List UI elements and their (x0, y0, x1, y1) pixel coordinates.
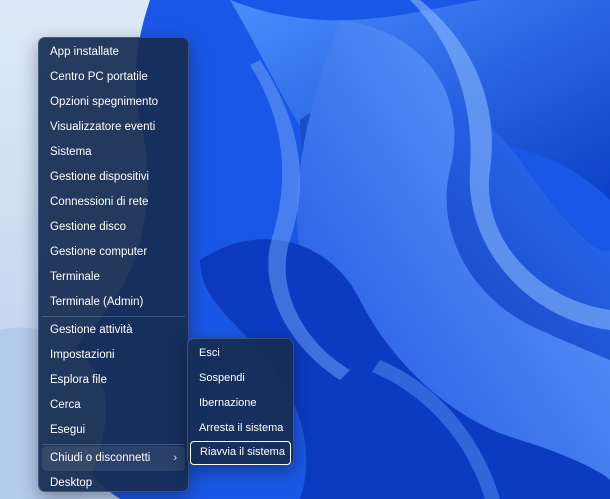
menu-item-esegui[interactable]: Esegui (39, 418, 188, 443)
winx-context-menu: App installate Centro PC portatile Opzio… (38, 37, 189, 492)
submenu-item-arresta-il-sistema[interactable]: Arresta il sistema (188, 416, 293, 441)
menu-item-sistema[interactable]: Sistema (39, 140, 188, 165)
submenu-item-ibernazione[interactable]: Ibernazione (188, 391, 293, 416)
menu-item-centro-pc-portatile[interactable]: Centro PC portatile (39, 65, 188, 90)
menu-item-cerca[interactable]: Cerca (39, 393, 188, 418)
submenu-item-esci[interactable]: Esci (188, 341, 293, 366)
menu-item-opzioni-spegnimento[interactable]: Opzioni spegnimento (39, 90, 188, 115)
menu-item-label: Chiudi o disconnetti (50, 452, 151, 464)
chevron-right-icon: › (173, 452, 177, 464)
menu-item-gestione-disco[interactable]: Gestione disco (39, 215, 188, 240)
menu-item-gestione-dispositivi[interactable]: Gestione dispositivi (39, 165, 188, 190)
menu-item-terminale-admin[interactable]: Terminale (Admin) (39, 290, 188, 315)
submenu-item-riavvia-il-sistema[interactable]: Riavvia il sistema (190, 441, 291, 465)
menu-item-esplora-file[interactable]: Esplora file (39, 368, 188, 393)
menu-divider (42, 444, 185, 445)
menu-divider (42, 316, 185, 317)
menu-item-gestione-attivita[interactable]: Gestione attività (39, 318, 188, 343)
menu-item-gestione-computer[interactable]: Gestione computer (39, 240, 188, 265)
menu-item-chiudi-o-disconnetti[interactable]: Chiudi o disconnetti › (42, 446, 185, 471)
menu-item-terminale[interactable]: Terminale (39, 265, 188, 290)
menu-item-connessioni-di-rete[interactable]: Connessioni di rete (39, 190, 188, 215)
shutdown-submenu: Esci Sospendi Ibernazione Arresta il sis… (187, 338, 294, 465)
menu-item-visualizzatore-eventi[interactable]: Visualizzatore eventi (39, 115, 188, 140)
menu-item-impostazioni[interactable]: Impostazioni (39, 343, 188, 368)
menu-item-desktop[interactable]: Desktop (39, 471, 188, 496)
submenu-item-sospendi[interactable]: Sospendi (188, 366, 293, 391)
menu-item-app-installate[interactable]: App installate (39, 40, 188, 65)
